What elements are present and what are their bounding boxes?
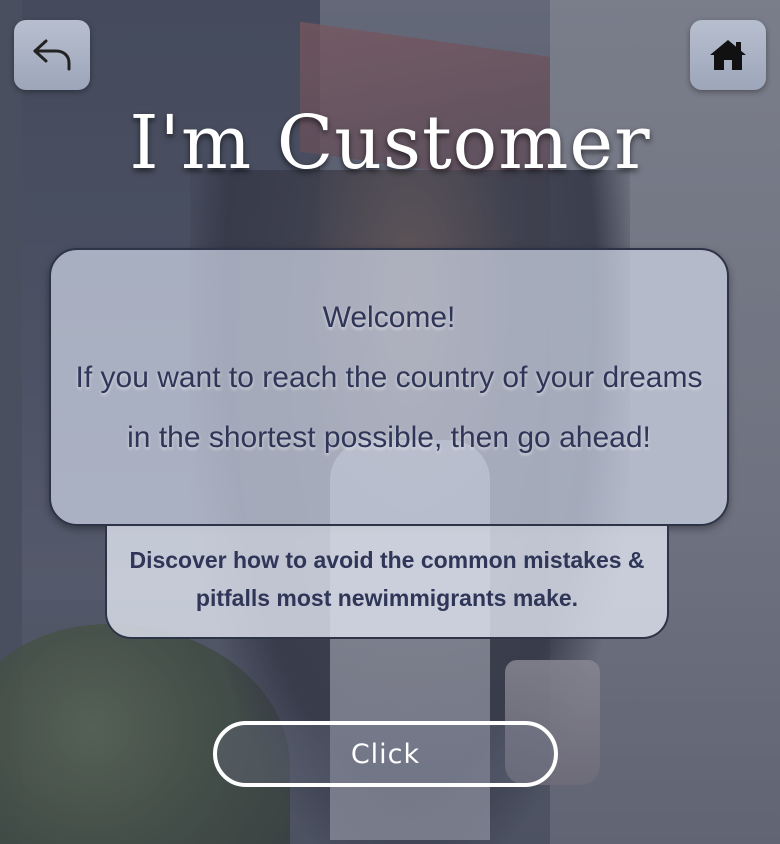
back-button[interactable]	[14, 20, 90, 90]
welcome-card: Welcome! If you want to reach the countr…	[49, 248, 729, 526]
welcome-heading: Welcome!	[322, 301, 456, 334]
tip-box: Discover how to avoid the common mistake…	[105, 526, 669, 639]
home-icon	[708, 37, 748, 73]
welcome-text-line-2: in the shortest possible, then go ahead!	[127, 421, 651, 454]
click-button[interactable]: Click	[213, 721, 558, 787]
undo-arrow-icon	[30, 35, 74, 75]
page-title: I'm Customer	[129, 100, 651, 186]
welcome-text-line-1: If you want to reach the country of your…	[75, 361, 703, 394]
home-button[interactable]	[690, 20, 766, 90]
tip-text: Discover how to avoid the common mistake…	[129, 546, 645, 611]
